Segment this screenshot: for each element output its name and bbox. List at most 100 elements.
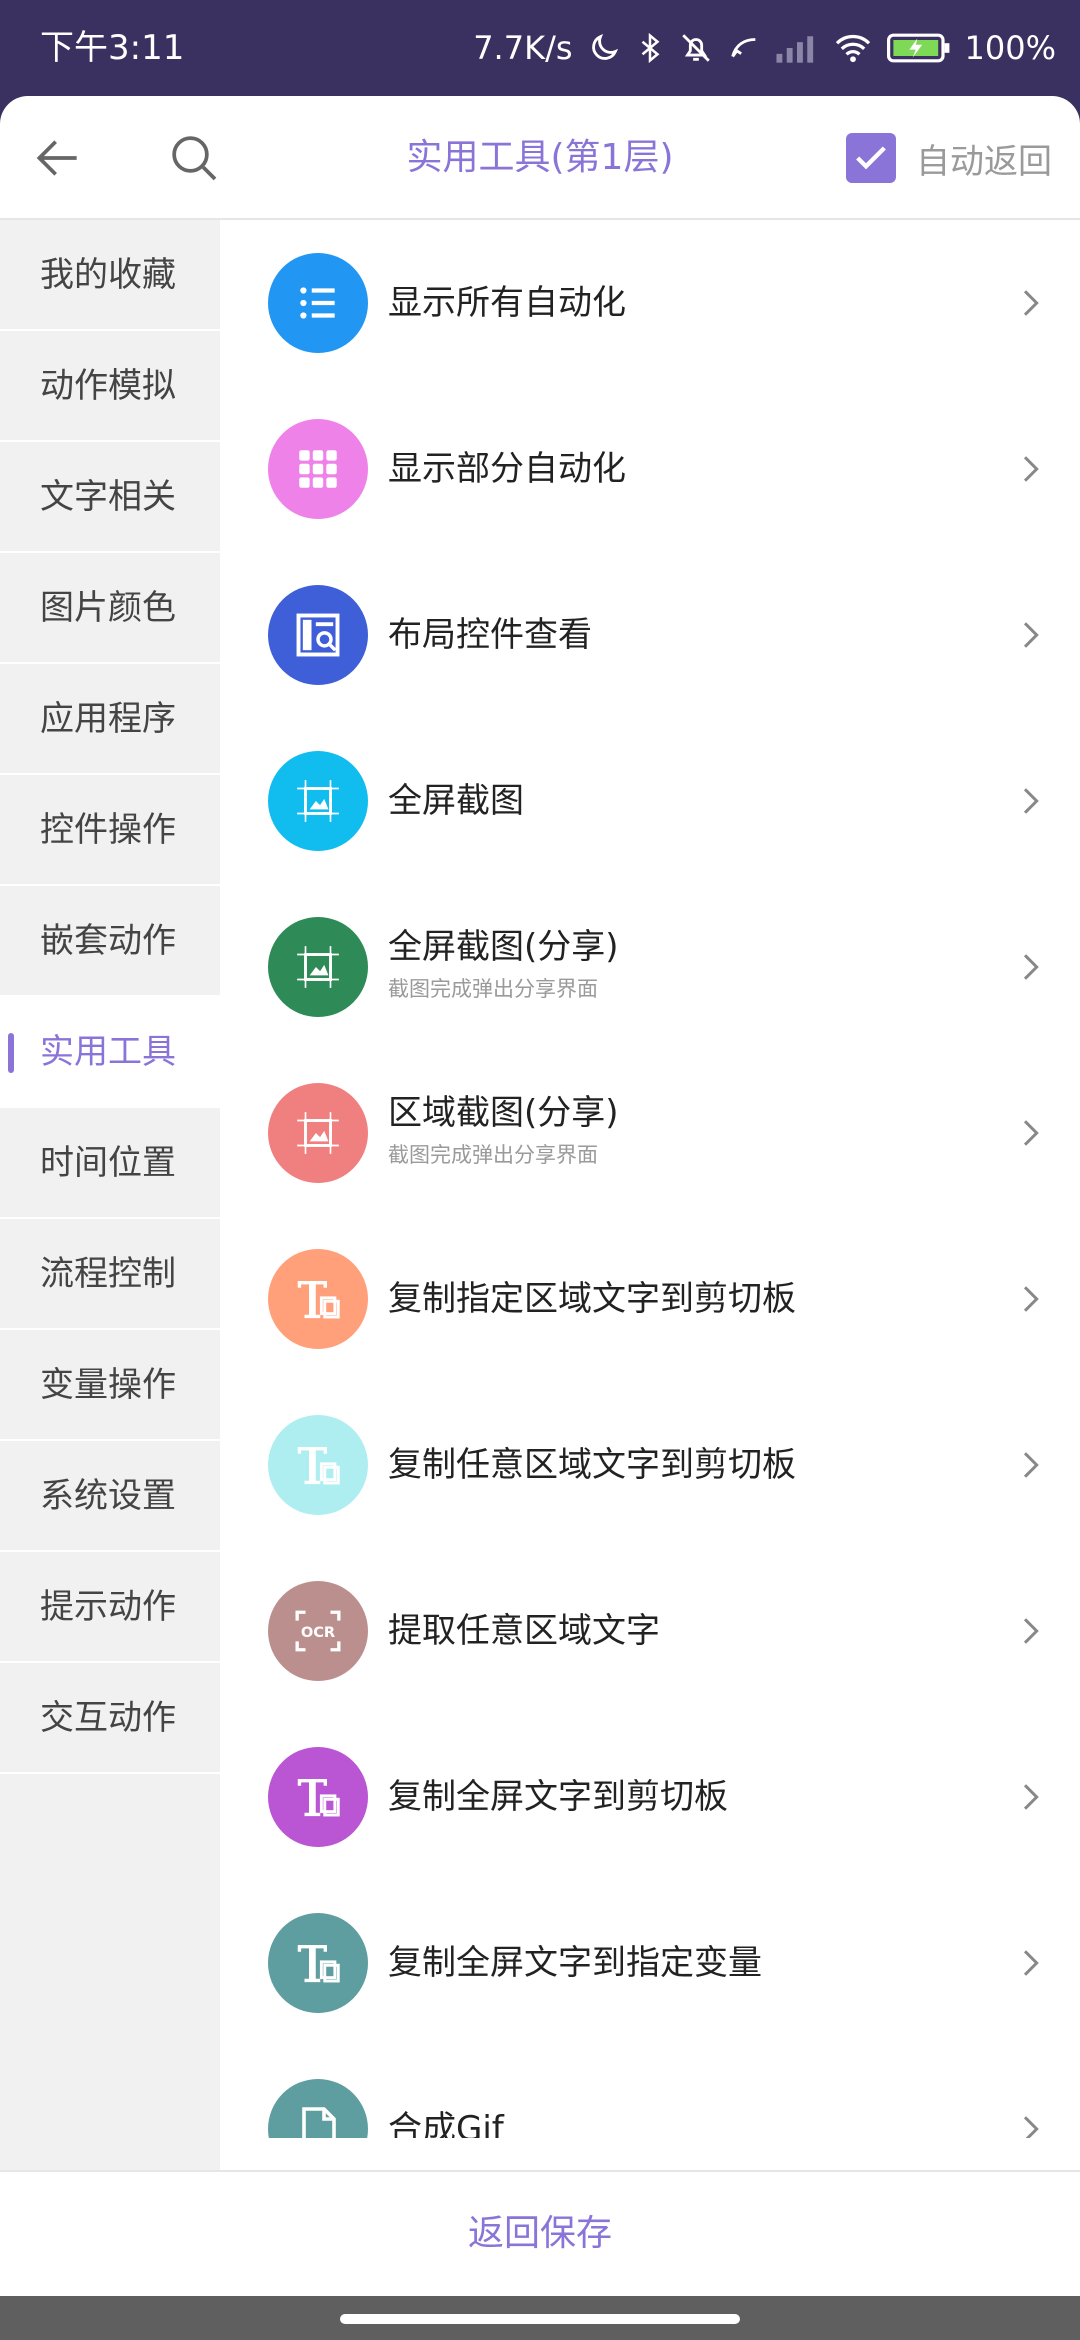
action-item-copy-fullscreen-text-to-variable[interactable]: 复制全屏文字到指定变量 — [220, 1880, 1080, 2046]
action-title: 复制任意区域文字到剪切板 — [388, 1445, 796, 1485]
action-icon-bg — [268, 1913, 368, 2013]
call-icon — [730, 38, 755, 58]
chevron-right-icon — [1023, 290, 1039, 316]
action-icon-bg — [268, 2079, 368, 2138]
action-item-fullscreen-screenshot[interactable]: 全屏截图 — [220, 718, 1080, 884]
chevron-right-icon — [1023, 1452, 1039, 1478]
sidebar-item-label: 嵌套动作 — [40, 921, 176, 961]
ocr-icon: OCR — [295, 1610, 341, 1652]
action-icon-bg — [268, 1747, 368, 1847]
action-item-copy-specified-region-text[interactable]: 复制指定区域文字到剪切板 — [220, 1216, 1080, 1382]
action-item-copy-fullscreen-text[interactable]: 复制全屏文字到剪切板 — [220, 1714, 1080, 1880]
screenshot-icon — [297, 946, 339, 988]
grid-icon — [299, 450, 337, 488]
action-title: 合成Gif — [388, 2109, 504, 2138]
search-icon — [172, 136, 217, 181]
sidebar-item-label: 我的收藏 — [40, 255, 176, 295]
status-time: 下午3:11 — [40, 28, 185, 68]
check-icon — [856, 146, 886, 170]
sidebar-item-apps[interactable]: 应用程序 — [0, 664, 220, 775]
chevron-right-icon — [1023, 788, 1039, 814]
sidebar-item-label: 系统设置 — [40, 1476, 176, 1516]
search-button[interactable] — [166, 130, 222, 186]
chevron-right-icon — [1023, 1784, 1039, 1810]
sidebar-item-label: 交互动作 — [40, 1698, 176, 1738]
action-title: 全屏截图(分享) — [388, 927, 619, 967]
back-button[interactable] — [30, 130, 86, 186]
sidebar-item-interaction[interactable]: 交互动作 — [0, 1663, 220, 1774]
action-icon-bg — [268, 1249, 368, 1349]
action-icon-bg — [268, 917, 368, 1017]
chevron-right-icon — [1023, 622, 1039, 648]
dialog-sheet: 实用工具(第1层) 自动返回 我的收藏 动作模拟 文字相关 图片颜色 应用程序 … — [0, 96, 1080, 2296]
auto-return-toggle[interactable]: 自动返回 — [846, 130, 1052, 186]
sidebar-item-prompts[interactable]: 提示动作 — [0, 1552, 220, 1663]
action-item-show-partial-automations[interactable]: 显示部分自动化 — [220, 386, 1080, 552]
sidebar-item-utilities[interactable]: 实用工具 — [0, 997, 220, 1108]
sidebar-item-favorites[interactable]: 我的收藏 — [0, 220, 220, 331]
action-item-copy-any-region-text[interactable]: 复制任意区域文字到剪切板 — [220, 1382, 1080, 1548]
bluetooth-icon — [641, 32, 659, 64]
sidebar-item-image-color[interactable]: 图片颜色 — [0, 553, 220, 664]
battery-icon — [886, 33, 949, 63]
chevron-right-icon — [1023, 1286, 1039, 1312]
battery-level: 100% — [964, 29, 1056, 67]
sidebar-item-widget-ops[interactable]: 控件操作 — [0, 775, 220, 886]
action-item-region-screenshot-share[interactable]: 区域截图(分享) 截图完成弹出分享界面 — [220, 1050, 1080, 1216]
action-icon-bg — [268, 1083, 368, 1183]
action-title: 提取任意区域文字 — [388, 1611, 660, 1651]
bottom-bar: 返回保存 — [0, 2170, 1080, 2296]
sidebar-item-system-settings[interactable]: 系统设置 — [0, 1441, 220, 1552]
status-bar: 下午3:11 7.7K/s 100% — [0, 0, 1080, 96]
sidebar-item-label: 实用工具 — [40, 1032, 176, 1072]
sidebar-item-text[interactable]: 文字相关 — [0, 442, 220, 553]
action-title: 复制指定区域文字到剪切板 — [388, 1279, 796, 1319]
sidebar-item-label: 时间位置 — [40, 1143, 176, 1183]
action-icon-bg — [268, 253, 368, 353]
action-title: 全屏截图 — [388, 781, 524, 821]
sidebar-item-variables[interactable]: 变量操作 — [0, 1330, 220, 1441]
return-save-button[interactable]: 返回保存 — [0, 2172, 1080, 2296]
screenshot-icon — [297, 1112, 339, 1154]
navigation-bar — [0, 2296, 1080, 2340]
sidebar-item-flow-control[interactable]: 流程控制 — [0, 1219, 220, 1330]
text-copy-icon — [297, 1281, 340, 1319]
action-subtitle: 截图完成弹出分享界面 — [388, 1143, 598, 1167]
chevron-right-icon — [1023, 954, 1039, 980]
sidebar-item-label: 变量操作 — [40, 1365, 176, 1405]
sidebar-item-label: 提示动作 — [40, 1587, 176, 1627]
text-copy-icon — [297, 1945, 340, 1983]
home-gesture-handle[interactable] — [340, 2314, 740, 2324]
action-item-show-all-automations[interactable]: 显示所有自动化 — [220, 220, 1080, 386]
auto-return-checkbox[interactable] — [846, 133, 896, 183]
top-bar: 实用工具(第1层) 自动返回 — [0, 96, 1080, 220]
bell-muted-icon — [681, 34, 710, 62]
chevron-right-icon — [1023, 1950, 1039, 1976]
action-title: 显示部分自动化 — [388, 449, 626, 489]
sidebar-item-action-simulation[interactable]: 动作模拟 — [0, 331, 220, 442]
action-item-layout-inspector[interactable]: 布局控件查看 — [220, 552, 1080, 718]
sidebar-item-label: 文字相关 — [40, 477, 176, 517]
text-copy-icon — [297, 1779, 340, 1817]
sidebar-item-time-location[interactable]: 时间位置 — [0, 1108, 220, 1219]
layout-inspect-icon — [296, 613, 340, 657]
action-list: 显示所有自动化 显示部分自动化 布局控件查看 全屏截图 全屏截图(分享) 截图完… — [220, 220, 1080, 2138]
action-icon-bg — [268, 1415, 368, 1515]
status-icons: 7.7K/s 100% — [473, 24, 1056, 72]
sidebar-item-label: 流程控制 — [40, 1254, 176, 1294]
sidebar-item-nested-actions[interactable]: 嵌套动作 — [0, 886, 220, 997]
file-icon — [302, 2107, 336, 2138]
screenshot-icon — [297, 780, 339, 822]
action-item-extract-region-text[interactable]: OCR 提取任意区域文字 — [220, 1548, 1080, 1714]
chevron-right-icon — [1023, 2116, 1039, 2138]
back-arrow-icon — [36, 140, 77, 176]
moon-icon — [591, 33, 618, 60]
sidebar-item-label: 动作模拟 — [40, 366, 176, 406]
action-item-compose-gif[interactable]: 合成Gif — [220, 2046, 1080, 2138]
svg-text:OCR: OCR — [301, 1624, 335, 1641]
action-icon-bg — [268, 419, 368, 519]
action-item-fullscreen-screenshot-share[interactable]: 全屏截图(分享) 截图完成弹出分享界面 — [220, 884, 1080, 1050]
action-title: 区域截图(分享) — [388, 1093, 619, 1133]
action-subtitle: 截图完成弹出分享界面 — [388, 977, 598, 1001]
auto-return-label: 自动返回 — [916, 141, 1052, 182]
